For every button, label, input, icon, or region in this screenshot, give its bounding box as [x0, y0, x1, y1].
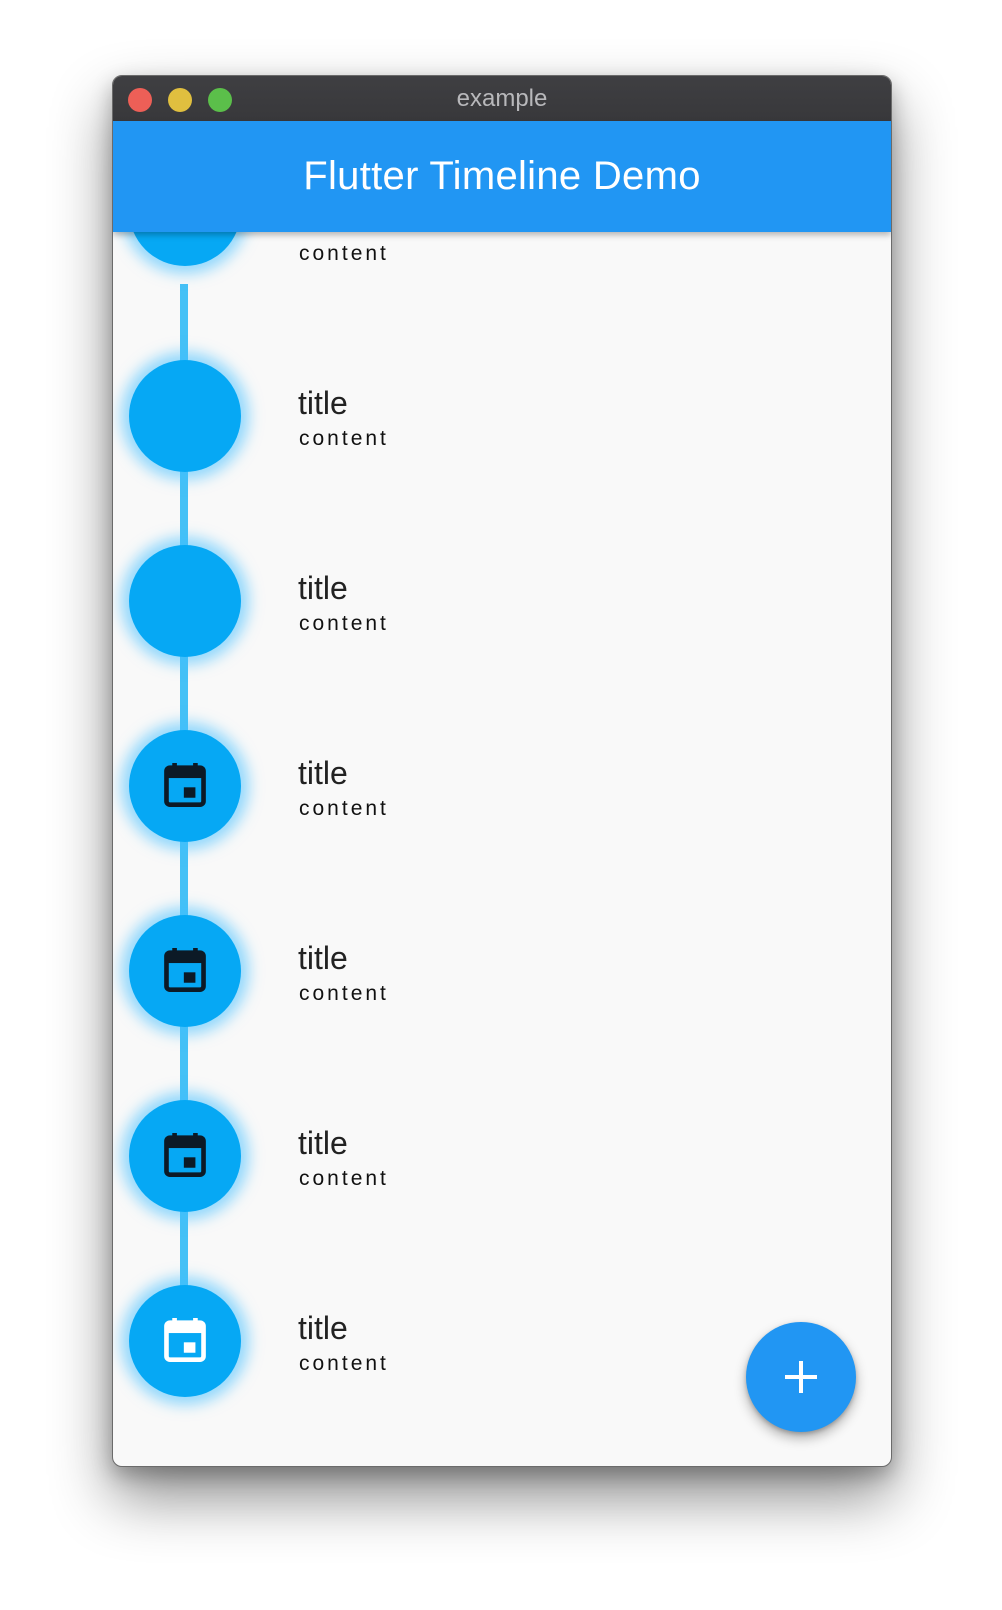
app-bar: Flutter Timeline Demo	[113, 121, 891, 232]
add-fab-button[interactable]	[746, 1322, 856, 1432]
window-title: example	[456, 85, 548, 112]
timeline-item-title: title	[298, 570, 348, 606]
timeline-item-content: content	[299, 982, 389, 1005]
timeline-connector	[180, 654, 188, 734]
timeline-item-title: title	[298, 1310, 348, 1346]
timeline-node	[129, 730, 241, 842]
timeline-item-title: title	[298, 1125, 348, 1161]
timeline-connector	[180, 1209, 188, 1289]
timeline-item-title: title	[298, 940, 348, 976]
add-icon	[785, 1361, 817, 1393]
timeline-connector	[180, 839, 188, 919]
timeline-node	[129, 232, 241, 266]
timeline-connector	[180, 1024, 188, 1104]
app-window: example Flutter Timeline Demo title cont…	[112, 75, 892, 1467]
timeline-list[interactable]: title content title content title conten…	[113, 232, 891, 1466]
timeline-node	[129, 1100, 241, 1212]
timeline-item-content: content	[299, 1352, 389, 1375]
page-title: Flutter Timeline Demo	[303, 154, 701, 198]
timeline-node	[129, 360, 241, 472]
timeline-node	[129, 545, 241, 657]
calendar-today-icon	[164, 763, 206, 807]
calendar-today-icon	[164, 948, 206, 992]
calendar-today-icon	[164, 1133, 206, 1177]
timeline-connector	[180, 468, 188, 548]
timeline-item-content: content	[299, 797, 389, 820]
timeline-item-content: content	[299, 242, 389, 265]
window-titlebar[interactable]: example	[113, 76, 891, 122]
timeline-item-content: content	[299, 1167, 389, 1190]
calendar-today-icon	[164, 1318, 206, 1362]
timeline-item-title: title	[298, 232, 348, 238]
timeline-item-content: content	[299, 427, 389, 450]
timeline-item-title: title	[298, 385, 348, 421]
timeline-node	[129, 1285, 241, 1397]
timeline-item-content: content	[299, 612, 389, 635]
timeline-connector	[180, 284, 188, 364]
timeline-item-title: title	[298, 755, 348, 791]
timeline-node	[129, 915, 241, 1027]
